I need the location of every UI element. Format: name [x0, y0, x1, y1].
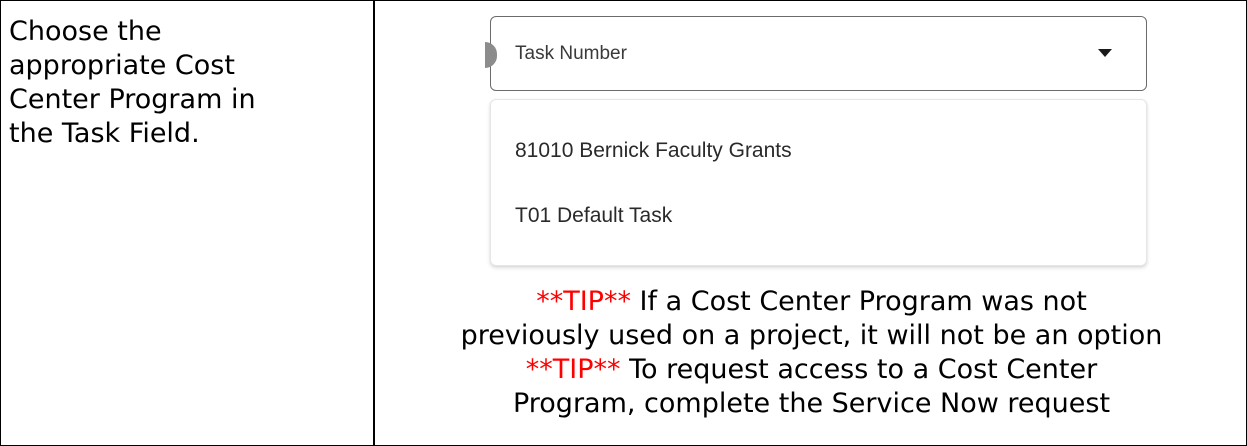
tip-text: To request access to a Cost Center [620, 354, 1098, 385]
tips-section: **TIP** If a Cost Center Program was not… [375, 285, 1247, 421]
instruction-text: Choose the appropriate Cost Center Progr… [9, 15, 359, 151]
instruction-line: appropriate Cost [9, 50, 235, 81]
instruction-line: Choose the [9, 16, 162, 47]
tip-line: **TIP** If a Cost Center Program was not [375, 285, 1247, 319]
instruction-line: the Task Field. [9, 118, 200, 149]
task-number-label: Task Number [515, 43, 627, 64]
instruction-table: Choose the appropriate Cost Center Progr… [0, 0, 1247, 446]
tip-text: If a Cost Center Program was not [630, 286, 1087, 317]
option-81010-bernick-faculty-grants[interactable]: 81010 Bernick Faculty Grants [515, 139, 792, 163]
tip-line: previously used on a project, it will no… [460, 320, 1163, 351]
task-options-list: 81010 Bernick Faculty Grants T01 Default… [490, 99, 1147, 266]
tip-line: **TIP** To request access to a Cost Cent… [375, 353, 1247, 387]
tip-flag: **TIP** [536, 286, 631, 317]
task-number-dropdown[interactable]: Task Number [485, 16, 1147, 91]
caret-down-icon[interactable] [1098, 49, 1112, 57]
instruction-line: Center Program in [9, 84, 256, 115]
option-t01-default-task[interactable]: T01 Default Task [515, 204, 672, 228]
tip-line: Program, complete the Service Now reques… [512, 388, 1111, 419]
tip-flag: **TIP** [525, 354, 621, 385]
field-indicator-tab [485, 42, 497, 68]
